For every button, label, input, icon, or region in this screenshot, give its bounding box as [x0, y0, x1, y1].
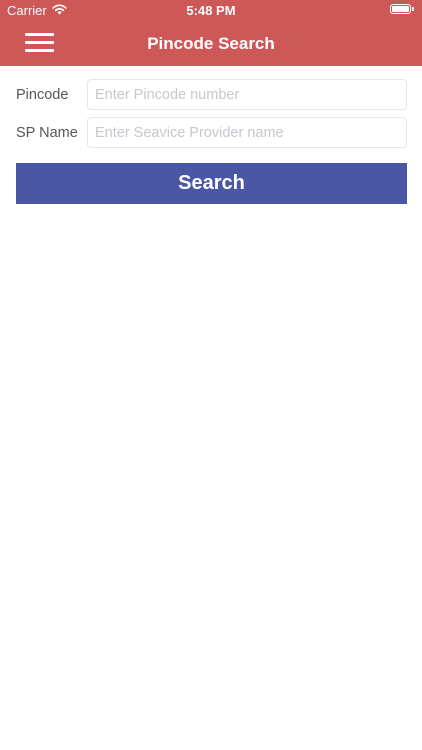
search-button[interactable]: Search	[16, 163, 407, 204]
battery-cap	[412, 7, 414, 11]
status-bar: Carrier 5:48 PM	[0, 0, 422, 22]
page-title: Pincode Search	[147, 34, 275, 53]
pincode-row: Pincode	[0, 79, 422, 110]
pincode-input[interactable]	[87, 79, 407, 110]
sp-name-label: SP Name	[16, 125, 78, 141]
pincode-label: Pincode	[16, 87, 69, 103]
sp-name-row: SP Name	[0, 117, 422, 148]
status-time: 5:48 PM	[186, 3, 236, 18]
app-screen: Carrier 5:48 PM Pincode Search Pincode E…	[0, 0, 422, 750]
nav-bar: Pincode Search	[0, 22, 422, 66]
battery-fill	[392, 6, 409, 12]
status-right	[390, 4, 414, 14]
sp-name-input[interactable]	[87, 117, 407, 148]
battery-icon	[390, 4, 411, 14]
